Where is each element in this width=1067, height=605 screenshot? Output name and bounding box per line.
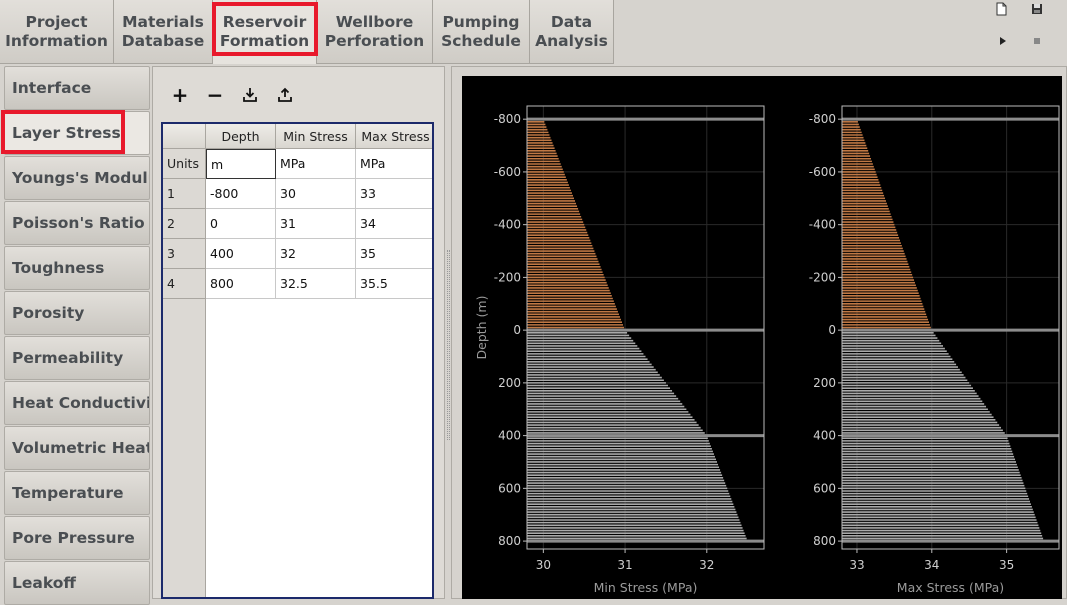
x-tick-label: 33: [849, 558, 864, 572]
y-tick-label: 0: [513, 323, 521, 337]
x-tick-label: 35: [999, 558, 1014, 572]
y-tick-label: -600: [809, 165, 836, 179]
x-axis-label: Max Stress (MPa): [897, 580, 1004, 595]
y-tick-label: -400: [809, 218, 836, 232]
y-tick-label: 0: [828, 323, 836, 337]
y-tick-label: 200: [498, 376, 521, 390]
x-tick-label: 34: [924, 558, 939, 572]
y-tick-label: 600: [498, 481, 521, 495]
x-tick-label: 31: [617, 558, 632, 572]
y-tick-label: -800: [809, 112, 836, 126]
y-tick-label: -600: [494, 165, 521, 179]
y-tick-label: -200: [494, 270, 521, 284]
y-tick-label: 800: [498, 534, 521, 548]
y-axis-label: Depth (m): [474, 296, 489, 360]
y-tick-label: -200: [809, 270, 836, 284]
x-tick-label: 32: [699, 558, 714, 572]
y-tick-label: -800: [494, 112, 521, 126]
y-tick-label: 600: [813, 481, 836, 495]
y-tick-label: 400: [498, 429, 521, 443]
x-tick-label: 30: [536, 558, 551, 572]
y-tick-label: 800: [813, 534, 836, 548]
y-tick-label: 400: [813, 429, 836, 443]
y-tick-label: 200: [813, 376, 836, 390]
stress-profile-charts: 30 31 32 -800 -600 -400 -200 0 200 400 600 800 Min S…: [474, 105, 1060, 595]
x-axis-label: Min Stress (MPa): [594, 580, 698, 595]
y-tick-label: -400: [494, 218, 521, 232]
